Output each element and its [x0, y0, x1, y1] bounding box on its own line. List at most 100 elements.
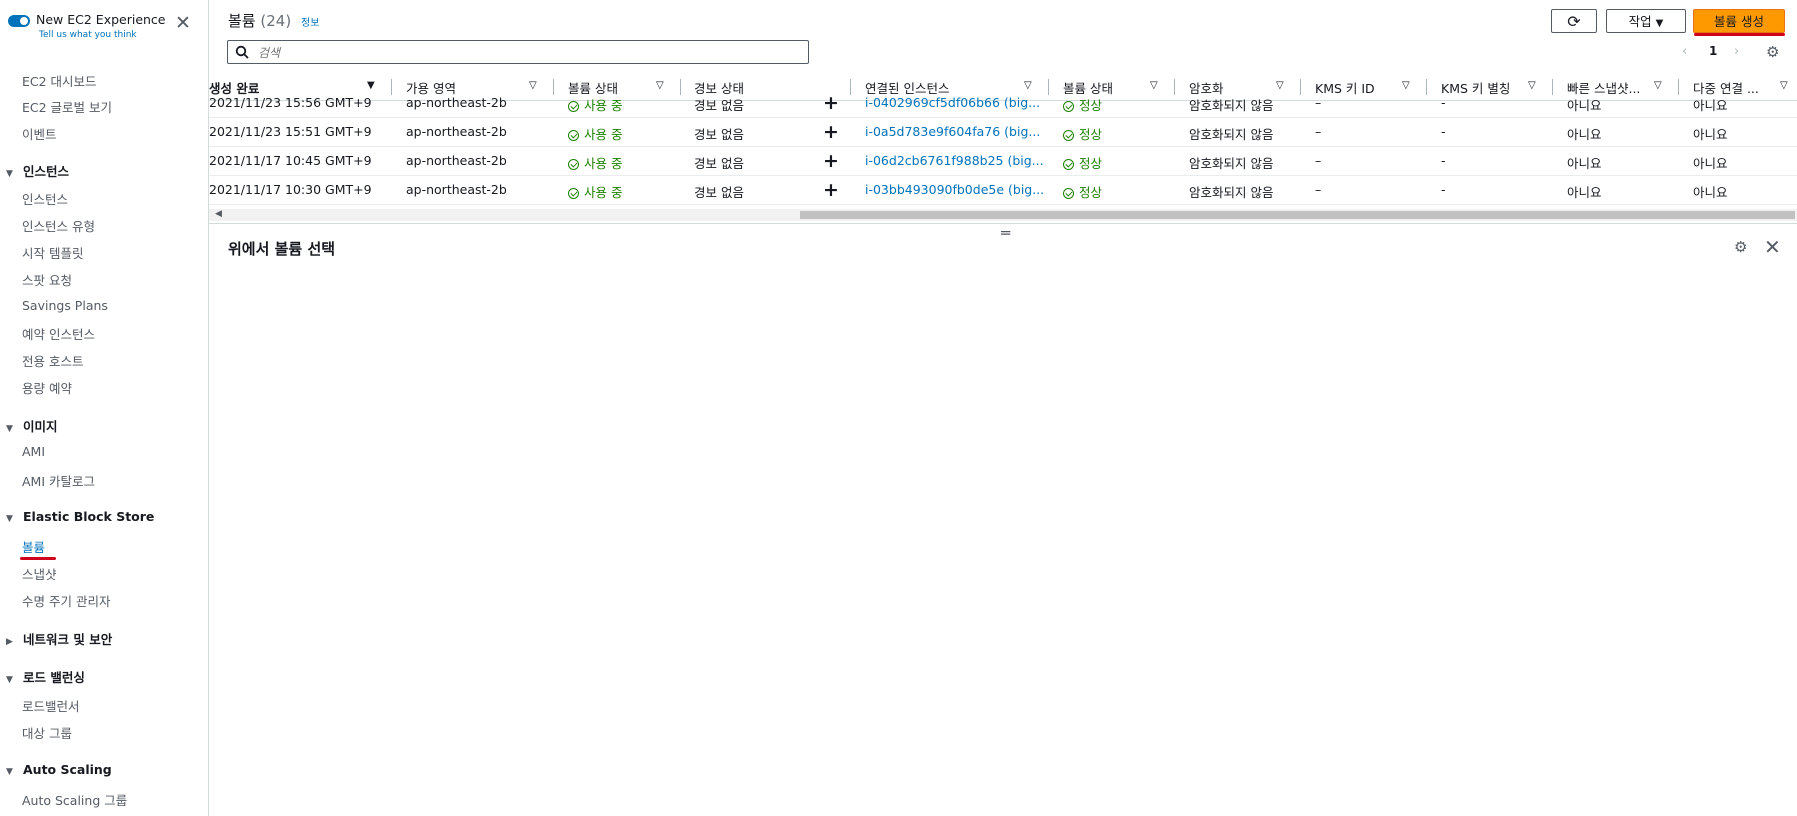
sidebar-item-launch-templates[interactable]: 시작 템플릿 — [22, 243, 83, 262]
gear-icon[interactable]: ⚙ — [1734, 238, 1747, 256]
sidebar-section-auto-scaling[interactable]: ▼ Auto Scaling — [6, 762, 112, 777]
sidebar-item-target-groups[interactable]: 대상 그룹 — [22, 723, 72, 742]
chevron-left-icon[interactable]: ‹ — [1682, 44, 1687, 59]
cell-created: 2021/11/23 15:56 GMT+9 — [209, 95, 372, 110]
page-number[interactable]: 1 — [1709, 44, 1717, 58]
cell-alarm: 경보 없음 — [694, 156, 744, 171]
resize-handle-icon[interactable]: ═ — [1001, 224, 1010, 242]
caret-down-icon: ▼ — [6, 424, 13, 434]
sidebar-item-dedicated-hosts[interactable]: 전용 호스트 — [22, 351, 83, 370]
check-circle-icon — [568, 188, 579, 199]
sidebar-item-events[interactable]: 이벤트 — [22, 124, 57, 143]
add-alarm-icon[interactable]: + — [823, 92, 839, 114]
scrollbar-thumb[interactable] — [800, 211, 1795, 219]
sidebar-section-images[interactable]: ▼ 이미지 — [6, 416, 58, 435]
annotation-underline — [20, 557, 56, 560]
cell-az: ap-northeast-2b — [406, 95, 507, 110]
sidebar-item-lifecycle-manager[interactable]: 수명 주기 관리자 — [22, 591, 110, 610]
cell-multi-attach: 아니요 — [1693, 156, 1728, 171]
new-experience-toggle-row: New EC2 Experience Tell us what you thin… — [8, 12, 198, 42]
sidebar-item-load-balancers[interactable]: 로드밸런서 — [22, 696, 80, 715]
table-row[interactable]: 2021/11/23 15:56 GMT+9 ap-northeast-2b 사… — [209, 88, 1797, 118]
create-volume-button[interactable]: 볼륨 생성 — [1693, 9, 1785, 33]
new-experience-toggle[interactable] — [8, 15, 30, 27]
cell-multi-attach: 아니요 — [1693, 98, 1728, 113]
volume-count: (24) — [260, 12, 292, 30]
sidebar-item-reserved-instances[interactable]: 예약 인스턴스 — [22, 324, 95, 343]
sidebar-item-ec2-dashboard[interactable]: EC2 대시보드 — [22, 71, 97, 90]
sidebar-item-ec2-global-view[interactable]: EC2 글로벌 보기 — [22, 97, 112, 116]
caret-down-icon: ▼ — [6, 767, 13, 777]
cell-instance-link[interactable]: i-0a5d783e9f604fa76 (big... — [865, 124, 1040, 139]
sidebar-item-ami-catalog[interactable]: AMI 카탈로그 — [22, 471, 95, 490]
close-icon[interactable]: ✕ — [174, 14, 192, 33]
add-alarm-icon[interactable]: + — [823, 150, 839, 172]
table-row[interactable]: 2021/11/23 15:51 GMT+9 ap-northeast-2b 사… — [209, 117, 1797, 147]
sidebar-item-spot-requests[interactable]: 스팟 요청 — [22, 270, 72, 289]
sidebar-item-auto-scaling-groups[interactable]: Auto Scaling 그룹 — [22, 790, 127, 809]
horizontal-scrollbar[interactable]: ◀ — [209, 209, 1797, 221]
caret-down-icon: ▼ — [6, 675, 13, 685]
cell-kms-alias: - — [1441, 182, 1446, 197]
sidebar-item-volumes[interactable]: 볼륨 — [22, 537, 45, 556]
cell-volume-state: 사용 중 — [568, 182, 622, 201]
search-box — [227, 40, 809, 64]
cell-az: ap-northeast-2b — [406, 153, 507, 168]
cell-kms-id: – — [1315, 182, 1322, 197]
cell-created: 2021/11/17 10:45 GMT+9 — [209, 153, 372, 168]
cell-instance-link[interactable]: i-06d2cb6761f988b25 (big... — [865, 153, 1044, 168]
sidebar-section-ebs[interactable]: ▼ Elastic Block Store — [6, 509, 154, 524]
actions-button[interactable]: 작업 ▼ — [1606, 9, 1686, 33]
cell-fast-snapshot: 아니요 — [1567, 127, 1602, 142]
sidebar-item-ami[interactable]: AMI — [22, 444, 45, 459]
sidebar-nav: New EC2 Experience Tell us what you thin… — [0, 0, 209, 816]
cell-alarm: 경보 없음 — [694, 185, 744, 200]
sidebar-item-capacity-reservations[interactable]: 용량 예약 — [22, 378, 72, 397]
cell-volume-status: 정상 — [1063, 95, 1102, 114]
sidebar-section-load-balancing[interactable]: ▼ 로드 밸런싱 — [6, 667, 85, 686]
actions-label: 작업 — [1628, 14, 1652, 29]
sidebar-section-network-security[interactable]: ▶ 네트워크 및 보안 — [6, 629, 112, 648]
cell-fast-snapshot: 아니요 — [1567, 98, 1602, 113]
check-circle-icon — [1063, 159, 1074, 170]
page-title-text: 볼륨 — [228, 12, 256, 30]
table-row[interactable]: 2021/11/17 10:30 GMT+9 ap-northeast-2b 사… — [209, 175, 1797, 205]
sidebar-item-snapshots[interactable]: 스냅샷 — [22, 564, 57, 583]
cell-instance-link[interactable]: i-03bb493090fb0de5e (big... — [865, 182, 1044, 197]
add-alarm-icon[interactable]: + — [823, 179, 839, 201]
info-link[interactable]: 정보 — [301, 14, 319, 29]
cell-volume-state: 사용 중 — [568, 124, 622, 143]
add-alarm-icon[interactable]: + — [823, 121, 839, 143]
chevron-right-icon[interactable]: › — [1734, 44, 1739, 59]
cell-kms-id: – — [1315, 153, 1322, 168]
cell-volume-state: 사용 중 — [568, 153, 622, 172]
caret-down-icon: ▼ — [1655, 18, 1664, 29]
search-icon — [235, 45, 249, 59]
table-row[interactable]: 2021/11/17 10:45 GMT+9 ap-northeast-2b 사… — [209, 146, 1797, 176]
refresh-button[interactable]: ⟳ — [1551, 9, 1597, 33]
cell-volume-state: 사용 중 — [568, 95, 622, 114]
caret-down-icon: ▼ — [6, 169, 13, 179]
cell-az: ap-northeast-2b — [406, 124, 507, 139]
page-title: 볼륨 (24) — [228, 10, 291, 31]
sidebar-item-savings-plans[interactable]: Savings Plans — [22, 298, 108, 313]
search-input[interactable] — [256, 43, 800, 63]
cell-instance-link[interactable]: i-0402969cf5df06b66 (big... — [865, 95, 1040, 110]
cell-fast-snapshot: 아니요 — [1567, 185, 1602, 200]
annotation-underline — [1694, 33, 1785, 36]
sidebar-item-instances[interactable]: 인스턴스 — [22, 189, 68, 208]
scroll-left-icon[interactable]: ◀ — [215, 209, 222, 219]
cell-multi-attach: 아니요 — [1693, 127, 1728, 142]
feedback-link[interactable]: Tell us what you think — [39, 30, 137, 40]
sidebar-section-instances[interactable]: ▼ 인스턴스 — [6, 161, 69, 180]
check-circle-icon — [568, 101, 579, 112]
cell-created: 2021/11/17 10:30 GMT+9 — [209, 182, 372, 197]
sidebar-item-instance-types[interactable]: 인스턴스 유형 — [22, 216, 95, 235]
cell-alarm: 경보 없음 — [694, 98, 744, 113]
cell-fast-snapshot: 아니요 — [1567, 156, 1602, 171]
cell-volume-status: 정상 — [1063, 182, 1102, 201]
cell-kms-alias: - — [1441, 124, 1446, 139]
close-icon[interactable]: ✕ — [1764, 235, 1781, 259]
gear-icon[interactable]: ⚙ — [1766, 43, 1779, 61]
cell-encryption: 암호화되지 않음 — [1189, 185, 1274, 200]
